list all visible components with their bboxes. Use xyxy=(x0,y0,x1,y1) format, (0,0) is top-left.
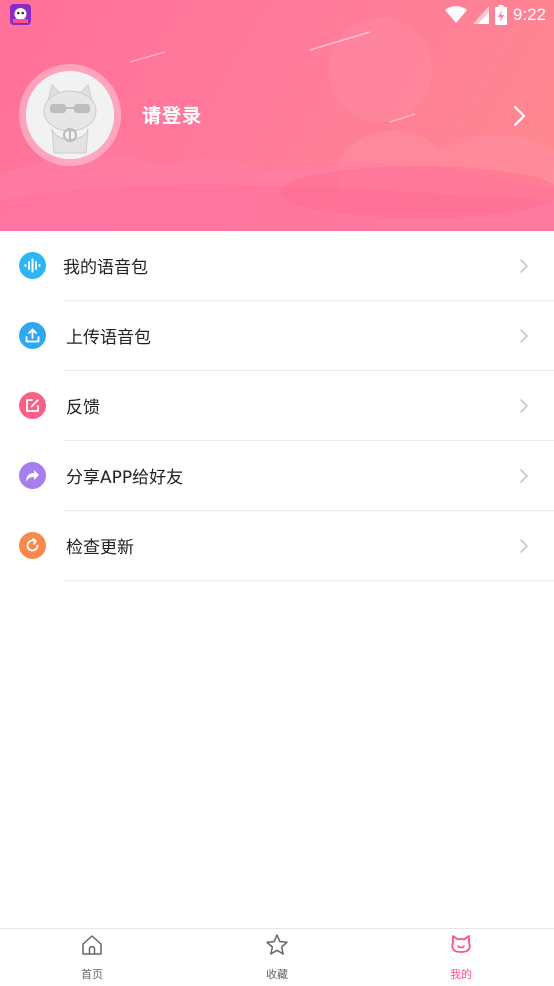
battery-icon xyxy=(494,5,507,25)
bottom-tab-bar: 首页 收藏 我的 xyxy=(0,928,554,986)
menu-item-label: 检查更新 xyxy=(66,538,134,558)
chevron-right-icon xyxy=(520,259,529,273)
tab-label: 收藏 xyxy=(266,968,288,981)
chevron-right-icon xyxy=(520,329,529,343)
menu-item-label: 分享APP给好友 xyxy=(66,468,184,488)
edit-icon xyxy=(19,392,46,419)
menu-item-feedback[interactable]: 反馈 xyxy=(0,371,554,441)
tab-mine[interactable]: 我的 xyxy=(401,929,521,986)
cat-face-icon xyxy=(451,935,471,953)
app-icon xyxy=(10,4,31,25)
menu-item-label: 上传语音包 xyxy=(66,328,151,348)
profile-header: 9:22 请登录 xyxy=(0,0,554,231)
tab-favorites[interactable]: 收藏 xyxy=(217,929,337,986)
tab-home[interactable]: 首页 xyxy=(32,929,152,986)
menu-item-label: 反馈 xyxy=(66,398,100,418)
settings-menu: 我的语音包 上传语音包 反馈 分享APP给好友 检查更新 xyxy=(0,231,554,581)
signal-icon xyxy=(472,6,489,24)
home-icon xyxy=(82,935,102,955)
menu-item-my-voice-packs[interactable]: 我的语音包 xyxy=(0,231,554,301)
status-right-group: 9:22 xyxy=(444,3,546,27)
voice-wave-icon xyxy=(19,252,46,279)
menu-item-check-update[interactable]: 检查更新 xyxy=(0,511,554,581)
divider xyxy=(64,580,554,581)
chevron-right-icon xyxy=(520,539,529,553)
star-icon xyxy=(266,934,288,955)
refresh-icon xyxy=(19,532,46,559)
wifi-icon xyxy=(444,6,467,23)
menu-item-upload-voice-pack[interactable]: 上传语音包 xyxy=(0,301,554,371)
login-prompt[interactable]: 请登录 xyxy=(142,101,202,128)
tab-label: 我的 xyxy=(450,968,472,981)
menu-item-label: 我的语音包 xyxy=(63,258,148,278)
avatar[interactable] xyxy=(26,71,114,159)
tab-label: 首页 xyxy=(81,968,103,981)
share-icon xyxy=(19,462,46,489)
menu-item-share-app[interactable]: 分享APP给好友 xyxy=(0,441,554,511)
chevron-right-icon xyxy=(520,399,529,413)
upload-icon xyxy=(19,322,46,349)
status-bar: 9:22 xyxy=(0,0,554,30)
chevron-right-icon xyxy=(520,469,529,483)
status-time: 9:22 xyxy=(512,5,546,24)
cat-avatar-icon xyxy=(26,71,114,159)
chevron-right-icon[interactable] xyxy=(510,104,528,128)
